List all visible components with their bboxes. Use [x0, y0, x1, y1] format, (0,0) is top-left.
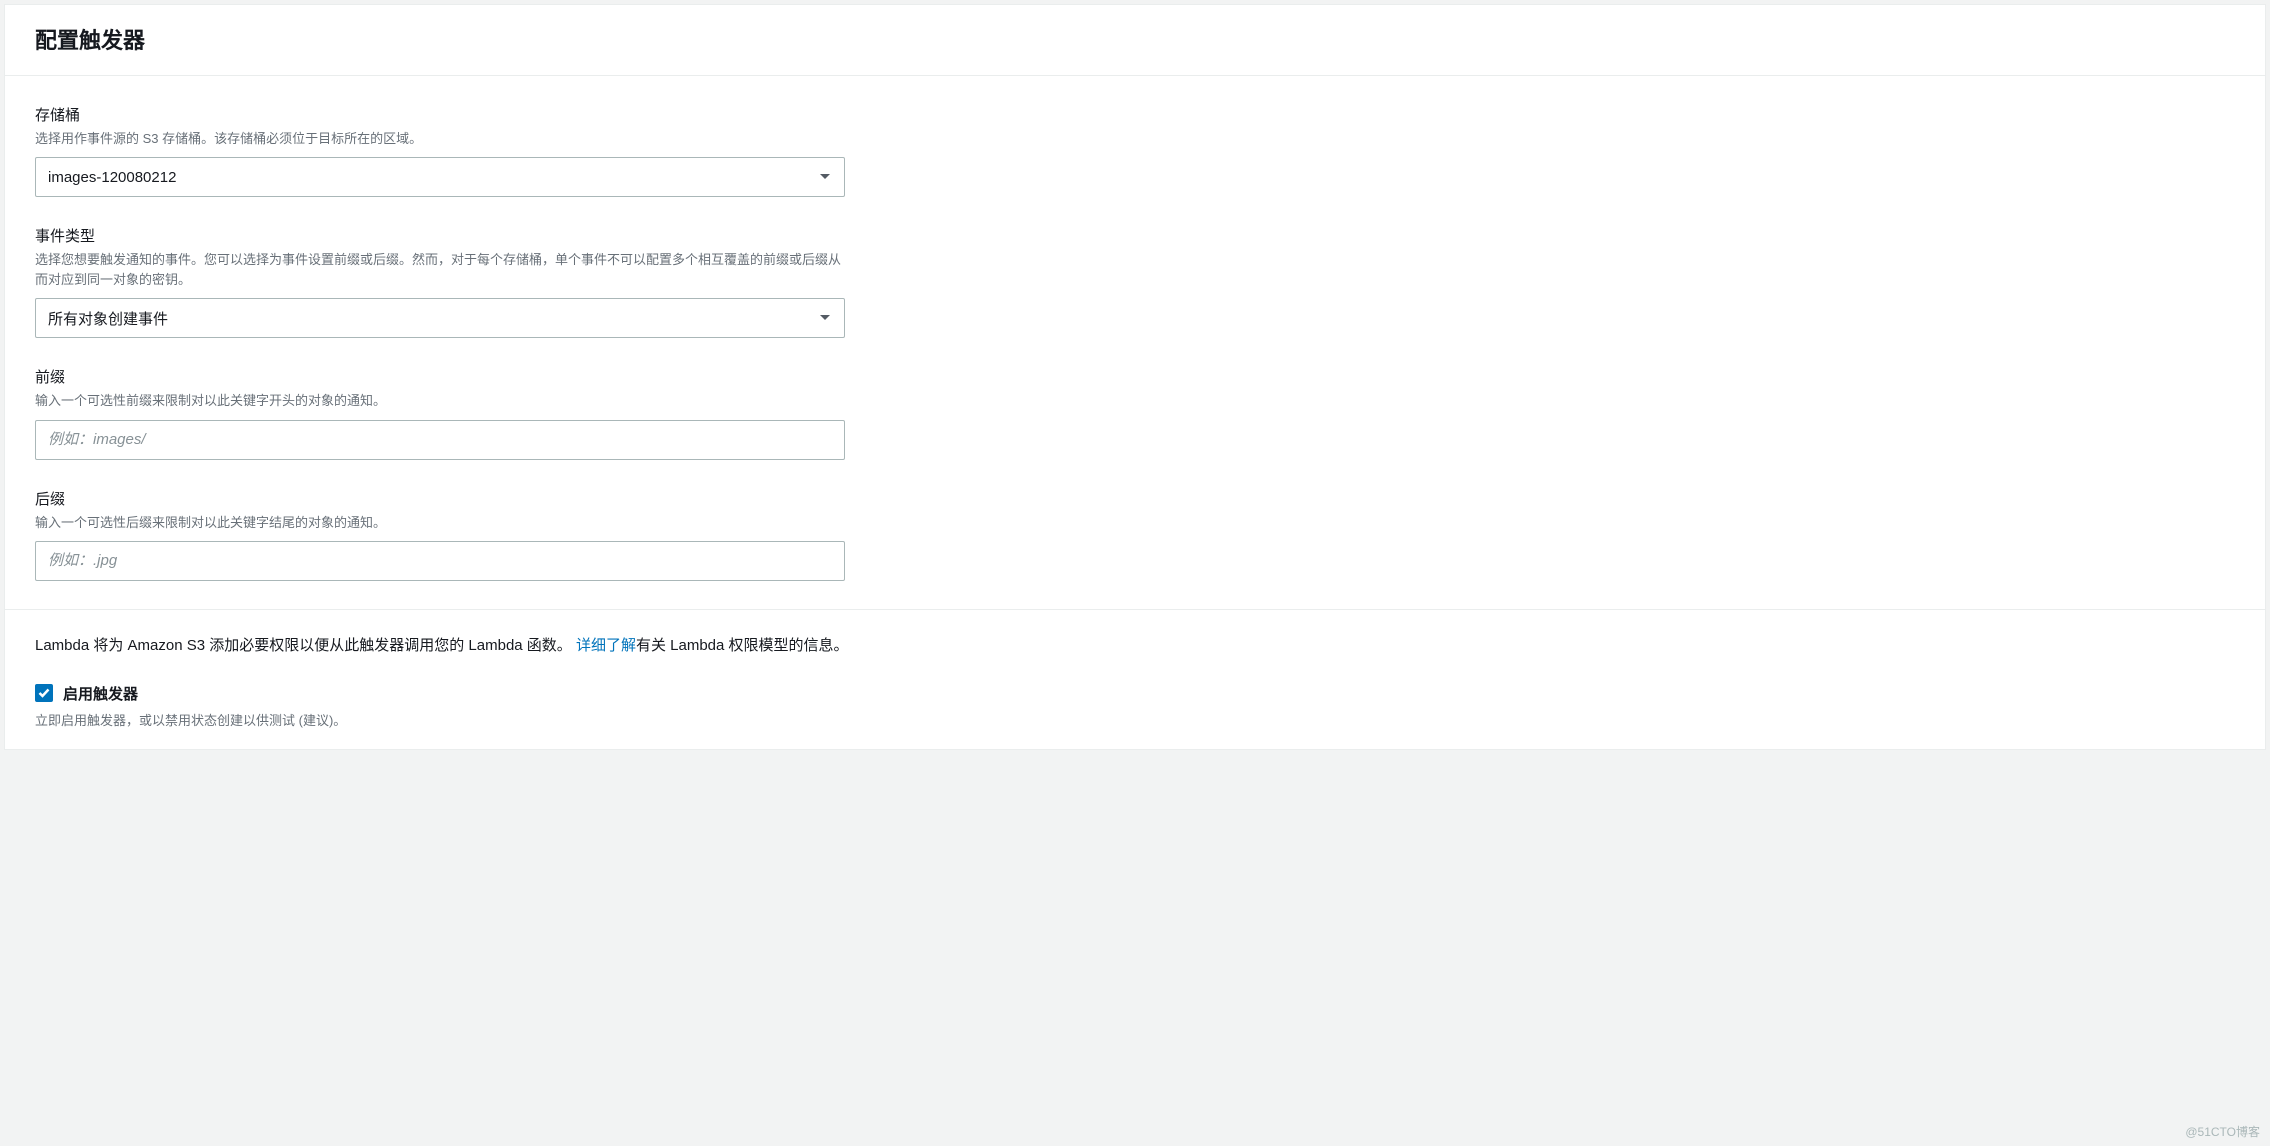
panel-title: 配置触发器 — [35, 23, 2235, 55]
event-type-label: 事件类型 — [35, 225, 845, 246]
event-type-select[interactable]: 所有对象创建事件 — [35, 298, 845, 338]
suffix-help: 输入一个可选性后缀来限制对以此关键字结尾的对象的通知。 — [35, 513, 845, 533]
suffix-group: 后缀 输入一个可选性后缀来限制对以此关键字结尾的对象的通知。 — [35, 488, 845, 581]
permission-note: Lambda 将为 Amazon S3 添加必要权限以便从此触发器调用您的 La… — [35, 634, 2235, 655]
permission-note-post: 有关 Lambda 权限模型的信息。 — [636, 637, 849, 654]
bucket-group: 存储桶 选择用作事件源的 S3 存储桶。该存储桶必须位于目标所在的区域。 ima… — [35, 104, 845, 197]
enable-trigger-checkbox[interactable] — [35, 684, 53, 702]
bucket-select-value: images-120080212 — [48, 169, 176, 186]
panel-header: 配置触发器 — [5, 5, 2265, 76]
event-type-group: 事件类型 选择您想要触发通知的事件。您可以选择为事件设置前缀或后缀。然而，对于每… — [35, 225, 845, 338]
suffix-input[interactable] — [35, 541, 845, 581]
enable-trigger-label: 启用触发器 — [63, 683, 138, 704]
panel-body: 存储桶 选择用作事件源的 S3 存储桶。该存储桶必须位于目标所在的区域。 ima… — [5, 76, 2265, 581]
event-type-help: 选择您想要触发通知的事件。您可以选择为事件设置前缀或后缀。然而，对于每个存储桶，… — [35, 250, 845, 290]
event-type-select-value: 所有对象创建事件 — [48, 308, 168, 329]
enable-trigger-help: 立即启用触发器，或以禁用状态创建以供测试 (建议)。 — [35, 710, 2235, 729]
prefix-input[interactable] — [35, 420, 845, 460]
divider — [5, 609, 2265, 610]
suffix-label: 后缀 — [35, 488, 845, 509]
watermark: @51CTO博客 — [2185, 1123, 2260, 1140]
configure-trigger-panel: 配置触发器 存储桶 选择用作事件源的 S3 存储桶。该存储桶必须位于目标所在的区… — [4, 4, 2266, 750]
prefix-group: 前缀 输入一个可选性前缀来限制对以此关键字开头的对象的通知。 — [35, 366, 845, 459]
check-icon — [38, 688, 50, 698]
prefix-label: 前缀 — [35, 366, 845, 387]
info-section: Lambda 将为 Amazon S3 添加必要权限以便从此触发器调用您的 La… — [5, 634, 2265, 749]
learn-more-link[interactable]: 详细了解 — [576, 637, 636, 654]
enable-trigger-row: 启用触发器 — [35, 683, 2235, 704]
bucket-label: 存储桶 — [35, 104, 845, 125]
permission-note-pre: Lambda 将为 Amazon S3 添加必要权限以便从此触发器调用您的 La… — [35, 637, 572, 654]
prefix-help: 输入一个可选性前缀来限制对以此关键字开头的对象的通知。 — [35, 391, 845, 411]
bucket-select[interactable]: images-120080212 — [35, 157, 845, 197]
bucket-help: 选择用作事件源的 S3 存储桶。该存储桶必须位于目标所在的区域。 — [35, 129, 845, 149]
